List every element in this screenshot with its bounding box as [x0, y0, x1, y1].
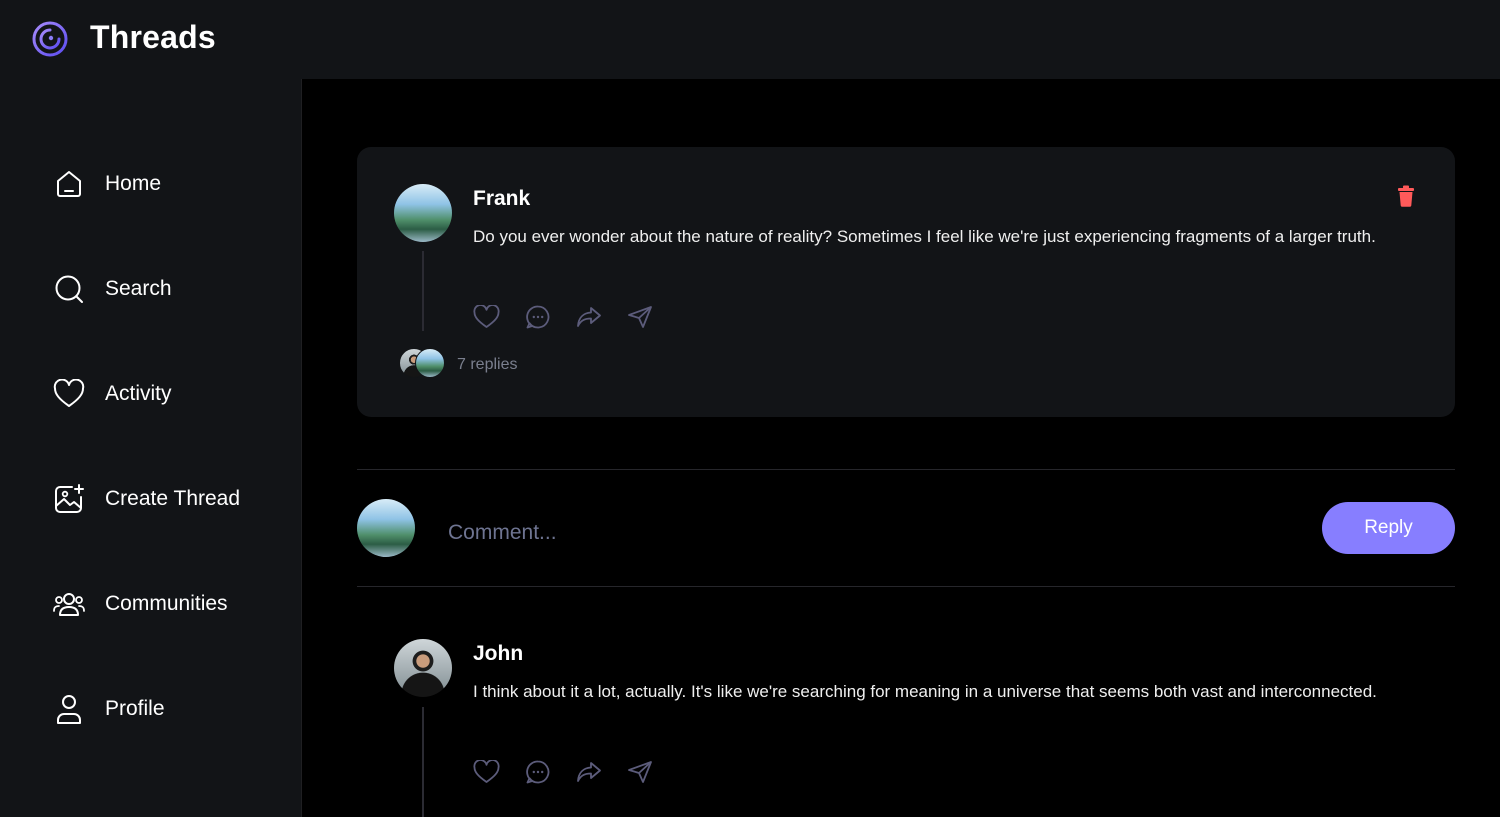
- reply-button[interactable]: Reply: [1322, 502, 1455, 554]
- thread-author[interactable]: Frank: [473, 187, 530, 211]
- avatar[interactable]: [394, 639, 452, 697]
- reply-icon[interactable]: [524, 758, 551, 785]
- repost-icon[interactable]: [575, 758, 602, 785]
- sidebar-item-home[interactable]: Home: [53, 164, 283, 204]
- reply-avatar: [415, 348, 445, 378]
- divider: [357, 469, 1455, 470]
- replies-avatars[interactable]: [399, 348, 449, 380]
- comment-input[interactable]: [446, 513, 1286, 553]
- replies-count[interactable]: 7 replies: [457, 356, 517, 374]
- thread-content: Do you ever wonder about the nature of r…: [473, 227, 1376, 246]
- reply-author[interactable]: John: [473, 642, 523, 666]
- sidebar-item-search[interactable]: Search: [53, 269, 283, 309]
- thread-connector-line: [422, 707, 424, 817]
- app-title[interactable]: Threads: [90, 19, 216, 56]
- repost-icon[interactable]: [575, 303, 602, 330]
- heart-icon: [53, 378, 85, 410]
- sidebar-item-label: Profile: [105, 697, 165, 720]
- top-bar: Threads: [0, 0, 1500, 79]
- sidebar-item-create-thread[interactable]: Create Thread: [53, 479, 283, 519]
- reply-actions: [473, 758, 653, 785]
- left-sidebar: Home Search Activity Create Thread Commu…: [0, 79, 302, 817]
- logo-icon[interactable]: [31, 20, 69, 58]
- sidebar-item-label: Activity: [105, 382, 172, 405]
- delete-icon[interactable]: [1396, 185, 1416, 207]
- main-content: Frank Do you ever wonder about the natur…: [303, 79, 1500, 817]
- sidebar-item-communities[interactable]: Communities: [53, 584, 283, 624]
- search-icon: [53, 273, 85, 305]
- heart-icon[interactable]: [473, 758, 500, 785]
- avatar[interactable]: [394, 184, 452, 242]
- sidebar-item-label: Search: [105, 277, 172, 300]
- reply-content: I think about it a lot, actually. It's l…: [473, 682, 1377, 701]
- communities-icon: [53, 588, 85, 620]
- home-icon: [53, 168, 85, 200]
- profile-icon: [53, 693, 85, 725]
- sidebar-item-profile[interactable]: Profile: [53, 689, 283, 729]
- create-thread-icon: [53, 483, 85, 515]
- comment-form: Reply: [357, 499, 1455, 559]
- thread-card: Frank Do you ever wonder about the natur…: [357, 147, 1455, 417]
- sidebar-item-label: Create Thread: [105, 487, 241, 510]
- thread-connector-line: [422, 251, 424, 331]
- sidebar-item-activity[interactable]: Activity: [53, 374, 283, 414]
- share-icon[interactable]: [626, 303, 653, 330]
- sidebar-item-label: Communities: [105, 592, 228, 615]
- heart-icon[interactable]: [473, 303, 500, 330]
- current-user-avatar: [357, 499, 415, 557]
- divider: [357, 586, 1455, 587]
- sidebar-item-label: Home: [105, 172, 162, 195]
- thread-actions: [473, 303, 653, 330]
- reply-icon[interactable]: [524, 303, 551, 330]
- share-icon[interactable]: [626, 758, 653, 785]
